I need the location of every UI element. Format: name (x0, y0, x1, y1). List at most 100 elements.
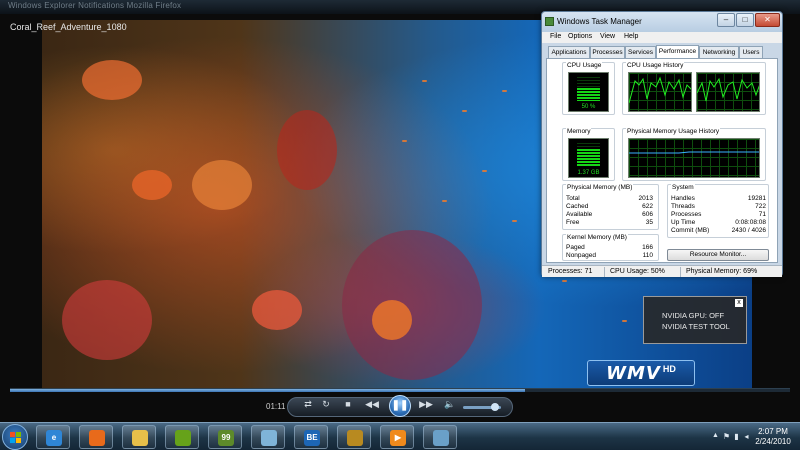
close-icon[interactable]: x (735, 299, 743, 307)
desktop: Windows Explorer Notifications Mozilla F… (0, 0, 800, 450)
taskbar-button[interactable]: e (36, 425, 70, 449)
maximize-button[interactable]: □ (736, 13, 754, 27)
taskbar-button[interactable] (122, 425, 156, 449)
tab-services[interactable]: Services (625, 46, 656, 58)
gpu-z-icon: 99 (218, 430, 234, 446)
cpu-usage-value: 50 % (581, 104, 596, 110)
volume-tray-icon[interactable]: ◂ (742, 432, 751, 441)
tray-expand-icon[interactable]: ▲ (712, 432, 719, 439)
shuffle-button[interactable]: ⇄ (302, 400, 314, 409)
window-title: Windows Task Manager (557, 17, 642, 26)
taskbar-button[interactable]: BE (294, 425, 328, 449)
nvidia-icon (175, 430, 191, 446)
stat-label: Commit (MB) (671, 227, 710, 234)
stat-value: 722 (755, 203, 766, 210)
be-icon: BE (304, 430, 320, 446)
wmv-logo-badge: HD (662, 364, 676, 374)
taskbar-button[interactable] (423, 425, 457, 449)
tab-processes[interactable]: Processes (590, 46, 625, 58)
task-manager-titlebar[interactable]: Windows Task Manager – □ ✕ (542, 12, 782, 32)
nvidia-tool-name: NVIDIA TEST TOOL (662, 322, 730, 331)
stat-label: Up Time (671, 219, 696, 226)
firefox-icon (89, 430, 105, 446)
stop-button[interactable]: ■ (342, 400, 354, 409)
stat-value: 2430 / 4026 (731, 227, 766, 234)
seek-bar[interactable] (10, 388, 790, 392)
stat-label: Cached (566, 203, 589, 210)
stat-label: Nonpaged (566, 252, 596, 259)
coral-decoration (277, 110, 337, 190)
elapsed-time: 01:11 (266, 402, 286, 411)
tab-networking[interactable]: Networking (699, 46, 739, 58)
stat-value: 622 (642, 203, 653, 210)
playback-controls: 01:11 ⇄ ↻ ■ ◀◀ ❚❚ ▶▶ 🔈 (0, 394, 800, 420)
taskbar-button[interactable] (79, 425, 113, 449)
stat-value: 2013 (638, 195, 653, 202)
system-group: System Handles 19281 Threads 722 Process… (667, 184, 769, 238)
coral-decoration (132, 170, 172, 200)
taskbar-button[interactable] (337, 425, 371, 449)
previous-button[interactable]: ◀◀ (364, 400, 380, 409)
status-physical-memory: Physical Memory: 69% (686, 268, 758, 275)
memory-label: Memory (566, 128, 592, 135)
tab-performance[interactable]: Performance (656, 45, 699, 58)
video-title: Coral_Reef_Adventure_1080 (10, 22, 127, 32)
system-clock[interactable]: 2:07 PM 2/24/2010 (752, 427, 794, 447)
coral-decoration (372, 300, 412, 340)
volume-icon[interactable]: 🔈 (444, 400, 456, 409)
coral-decoration (62, 280, 152, 360)
memory-value: 1.37 GB (577, 170, 600, 176)
taskbar-button[interactable]: ▶ (380, 425, 414, 449)
stat-value: 71 (758, 211, 766, 218)
tab-users[interactable]: Users (739, 46, 763, 58)
memory-history-graph (628, 138, 760, 178)
stat-label: Paged (566, 244, 585, 251)
menu-file[interactable]: File (550, 33, 561, 40)
cpu-usage-meter: 50 % (568, 72, 609, 112)
nvidia-gpu-status: NVIDIA GPU: OFF (662, 311, 725, 320)
network-icon (433, 430, 449, 446)
sea-fan-decoration (342, 230, 482, 380)
clock-time: 2:07 PM (758, 427, 788, 436)
minimize-button[interactable]: – (717, 13, 735, 27)
task-manager-app-icon (545, 17, 554, 26)
taskbar-button[interactable]: 99 (208, 425, 242, 449)
play-pause-button[interactable]: ❚❚ (389, 395, 411, 417)
taskbar-button[interactable] (165, 425, 199, 449)
menu-options[interactable]: Options (568, 33, 592, 40)
kernel-memory-group: Kernel Memory (MB) Paged 166 Nonpaged 11… (562, 234, 659, 261)
menu-help[interactable]: Help (624, 33, 638, 40)
cpu-history-line-core2 (697, 77, 759, 102)
next-button[interactable]: ▶▶ (418, 400, 434, 409)
repeat-button[interactable]: ↻ (320, 400, 332, 409)
stat-value: 19281 (747, 195, 766, 202)
stat-value: 110 (642, 252, 653, 259)
kernel-memory-label: Kernel Memory (MB) (566, 234, 628, 241)
physical-memory-group: Physical Memory (MB) Total 2013 Cached 6… (562, 184, 659, 230)
action-center-flag-icon[interactable]: ⚑ (722, 432, 731, 441)
cpu-usage-label: CPU Usage (566, 62, 603, 69)
tab-applications[interactable]: Applications (548, 46, 590, 58)
stat-value: 606 (642, 211, 653, 218)
start-button[interactable] (2, 424, 28, 450)
stat-value: 166 (642, 244, 653, 251)
stat-value: 35 (645, 219, 653, 226)
stat-label: Free (566, 219, 580, 226)
memory-history-line (629, 151, 759, 154)
physical-memory-label: Physical Memory (MB) (566, 184, 634, 191)
folder-icon (132, 430, 148, 446)
cpu-history-graph-core2 (696, 72, 760, 112)
clock-date: 2/24/2010 (755, 437, 791, 446)
stat-value: 0:08:08:08 (735, 219, 766, 226)
status-bar: Processes: 71 CPU Usage: 50% Physical Me… (542, 265, 782, 277)
media-player-icon: ▶ (390, 430, 406, 446)
resource-monitor-button[interactable]: Resource Monitor... (667, 249, 769, 261)
close-button[interactable]: ✕ (755, 13, 780, 27)
snipping-tool-icon (261, 430, 277, 446)
taskbar-button[interactable] (251, 425, 285, 449)
network-tray-icon[interactable]: ▮ (732, 432, 741, 441)
taskbar: e 99 BE ▶ ▲ ⚑ ▮ ◂ 2:07 PM 2/24/2010 (0, 422, 800, 450)
menu-view[interactable]: View (600, 33, 615, 40)
memory-meter: 1.37 GB (568, 138, 609, 178)
ie-icon: e (46, 430, 62, 446)
